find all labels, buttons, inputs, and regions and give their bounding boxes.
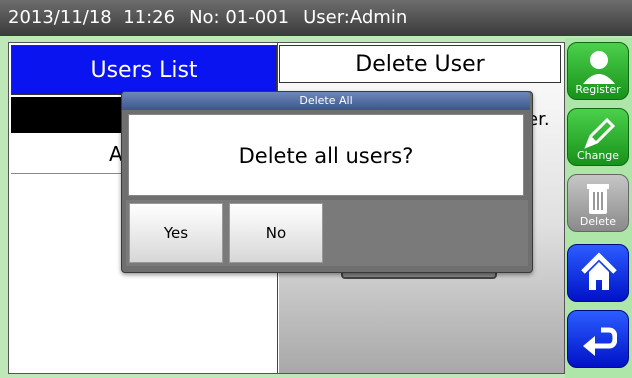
number-label: No: 01-001: [189, 7, 290, 28]
trash-icon: [587, 184, 609, 214]
tab-users-list[interactable]: Users List: [11, 45, 277, 95]
dialog-message: Delete all users?: [128, 114, 524, 196]
yes-button[interactable]: Yes: [129, 203, 223, 263]
delete-button[interactable]: Delete: [567, 174, 629, 232]
register-label: Register: [575, 83, 621, 96]
delete-label: Delete: [579, 215, 617, 228]
home-button[interactable]: [567, 244, 629, 302]
dialog-title: Delete All: [122, 92, 530, 110]
back-button[interactable]: [567, 310, 629, 368]
datetime-label: 2013/11/18 11:26: [8, 7, 176, 28]
change-button[interactable]: Change: [567, 108, 629, 166]
user-add-icon: [583, 51, 615, 84]
home-icon: [581, 252, 617, 290]
dialog-button-bar: Yes No: [126, 200, 528, 266]
register-button[interactable]: Register: [567, 42, 629, 100]
status-bar: 2013/11/18 11:26 No: 01-001 User:Admin: [0, 0, 632, 36]
delete-all-dialog: Delete All Delete all users? Yes No: [121, 91, 533, 273]
tab-delete-user[interactable]: Delete User: [279, 45, 561, 83]
back-icon: [583, 327, 617, 356]
side-toolbar: Register Change Delete: [565, 38, 632, 378]
change-label: Change: [576, 149, 620, 162]
no-button[interactable]: No: [229, 203, 323, 263]
pencil-icon: [584, 117, 616, 149]
user-label: User:Admin: [303, 7, 408, 28]
